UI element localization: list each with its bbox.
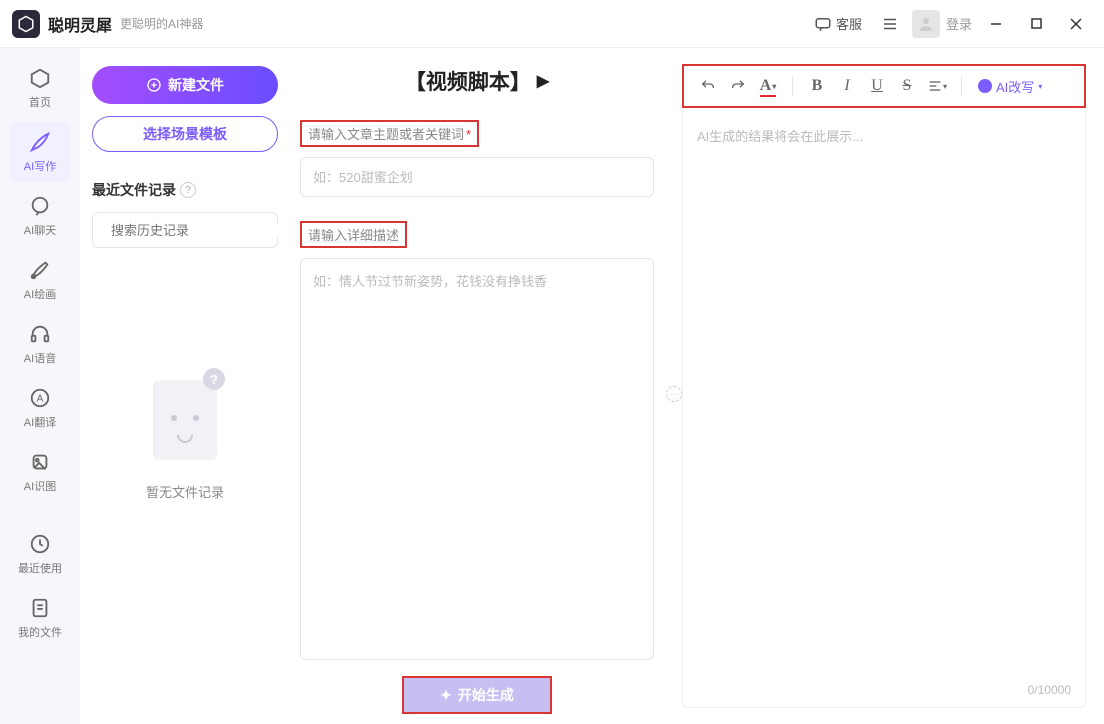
redo-icon <box>730 78 746 94</box>
main-container: 首页 AI写作 AI聊天 AI绘画 AI语音 A AI翻译 AI识图 <box>0 48 1104 724</box>
undo-button[interactable] <box>694 72 722 100</box>
minimize-icon <box>990 18 1002 30</box>
menu-button[interactable] <box>876 10 904 38</box>
help-icon[interactable]: ? <box>180 182 196 198</box>
user-icon <box>917 15 935 33</box>
window-minimize[interactable] <box>980 10 1012 38</box>
nav-ai-writing[interactable]: AI写作 <box>10 122 70 182</box>
choose-template-button[interactable]: 选择场景模板 <box>92 116 278 152</box>
history-icon <box>28 532 52 556</box>
search-box[interactable] <box>92 212 278 248</box>
window-maximize[interactable] <box>1020 10 1052 38</box>
output-placeholder: AI生成的结果将会在此展示... <box>697 129 863 144</box>
sparkle-icon: ✦ <box>440 687 452 704</box>
app-brand: 聪明灵犀 <box>48 12 112 36</box>
nav-ai-chat[interactable]: AI聊天 <box>10 186 70 246</box>
app-logo <box>12 10 40 38</box>
empty-state: ? 暂无文件记录 <box>92 368 278 501</box>
search-input[interactable] <box>111 223 287 238</box>
brush-icon <box>28 258 52 282</box>
resize-handle[interactable]: ⋯ <box>666 386 682 402</box>
translate-icon: A <box>28 386 52 410</box>
files-column: 新建文件 选择场景模板 最近文件记录 ? ? 暂无文件记录 <box>80 48 290 724</box>
nav-ai-voice[interactable]: AI语音 <box>10 314 70 374</box>
undo-icon <box>700 78 716 94</box>
empty-doc-icon: ? <box>145 368 225 468</box>
generate-button[interactable]: ✦ 开始生成 <box>402 676 552 714</box>
sidebar: 首页 AI写作 AI聊天 AI绘画 AI语音 A AI翻译 AI识图 <box>0 48 80 724</box>
detail-label: 请输入详细描述 <box>300 221 407 248</box>
topic-label: 请输入文章主题或者关键词* <box>300 120 479 147</box>
plus-circle-icon <box>146 77 162 93</box>
font-color-button[interactable]: A▾ <box>754 72 782 100</box>
login-text[interactable]: 登录 <box>946 14 972 33</box>
ai-dot-icon <box>978 79 992 93</box>
detail-textarea[interactable] <box>300 258 654 660</box>
customer-service-button[interactable]: 客服 <box>806 10 870 37</box>
hamburger-icon <box>881 15 899 33</box>
nav-ai-draw[interactable]: AI绘画 <box>10 250 70 310</box>
editor-toolbar: A▾ B I U S ▾ AI改写 ▾ <box>682 64 1086 108</box>
titlebar: 聪明灵犀 更聪明的AI神器 客服 登录 <box>0 0 1104 48</box>
strikethrough-button[interactable]: S <box>893 72 921 100</box>
history-header: 最近文件记录 ? <box>92 180 278 200</box>
char-counter: 0/10000 <box>1028 683 1071 697</box>
nav-myfiles[interactable]: 我的文件 <box>10 588 70 648</box>
bold-button[interactable]: B <box>803 72 831 100</box>
output-area[interactable]: AI生成的结果将会在此展示... 0/10000 <box>682 108 1086 708</box>
maximize-icon <box>1031 18 1042 29</box>
quill-icon <box>28 130 52 154</box>
redo-button[interactable] <box>724 72 752 100</box>
output-column: A▾ B I U S ▾ AI改写 ▾ AI生成的结果将会在此展示... 0/1… <box>674 48 1104 724</box>
new-file-button[interactable]: 新建文件 <box>92 66 278 104</box>
underline-button[interactable]: U <box>863 72 891 100</box>
app-tagline: 更聪明的AI神器 <box>120 15 203 32</box>
image-icon <box>28 450 52 474</box>
ai-rewrite-button[interactable]: AI改写 ▾ <box>972 77 1048 96</box>
italic-button[interactable]: I <box>833 72 861 100</box>
nav-ai-translate[interactable]: A AI翻译 <box>10 378 70 438</box>
close-icon <box>1070 18 1082 30</box>
window-close[interactable] <box>1060 10 1092 38</box>
nav-home[interactable]: 首页 <box>10 58 70 118</box>
input-column: 【视频脚本】 ▶ 请输入文章主题或者关键词* 请输入详细描述 ✦ 开始生成 ⋯ <box>290 48 674 724</box>
topic-input[interactable] <box>300 157 654 197</box>
file-icon <box>28 596 52 620</box>
align-icon <box>927 78 943 94</box>
align-button[interactable]: ▾ <box>923 72 951 100</box>
svg-text:A: A <box>37 394 44 405</box>
avatar-placeholder[interactable] <box>912 10 940 38</box>
nav-ai-image[interactable]: AI识图 <box>10 442 70 502</box>
home-icon <box>28 66 52 90</box>
page-title: 【视频脚本】 ▶ <box>300 66 654 96</box>
headphones-icon <box>28 322 52 346</box>
nav-recent[interactable]: 最近使用 <box>10 524 70 584</box>
play-icon[interactable]: ▶ <box>537 71 549 91</box>
chat-icon <box>28 194 52 218</box>
chat-icon <box>814 15 832 33</box>
